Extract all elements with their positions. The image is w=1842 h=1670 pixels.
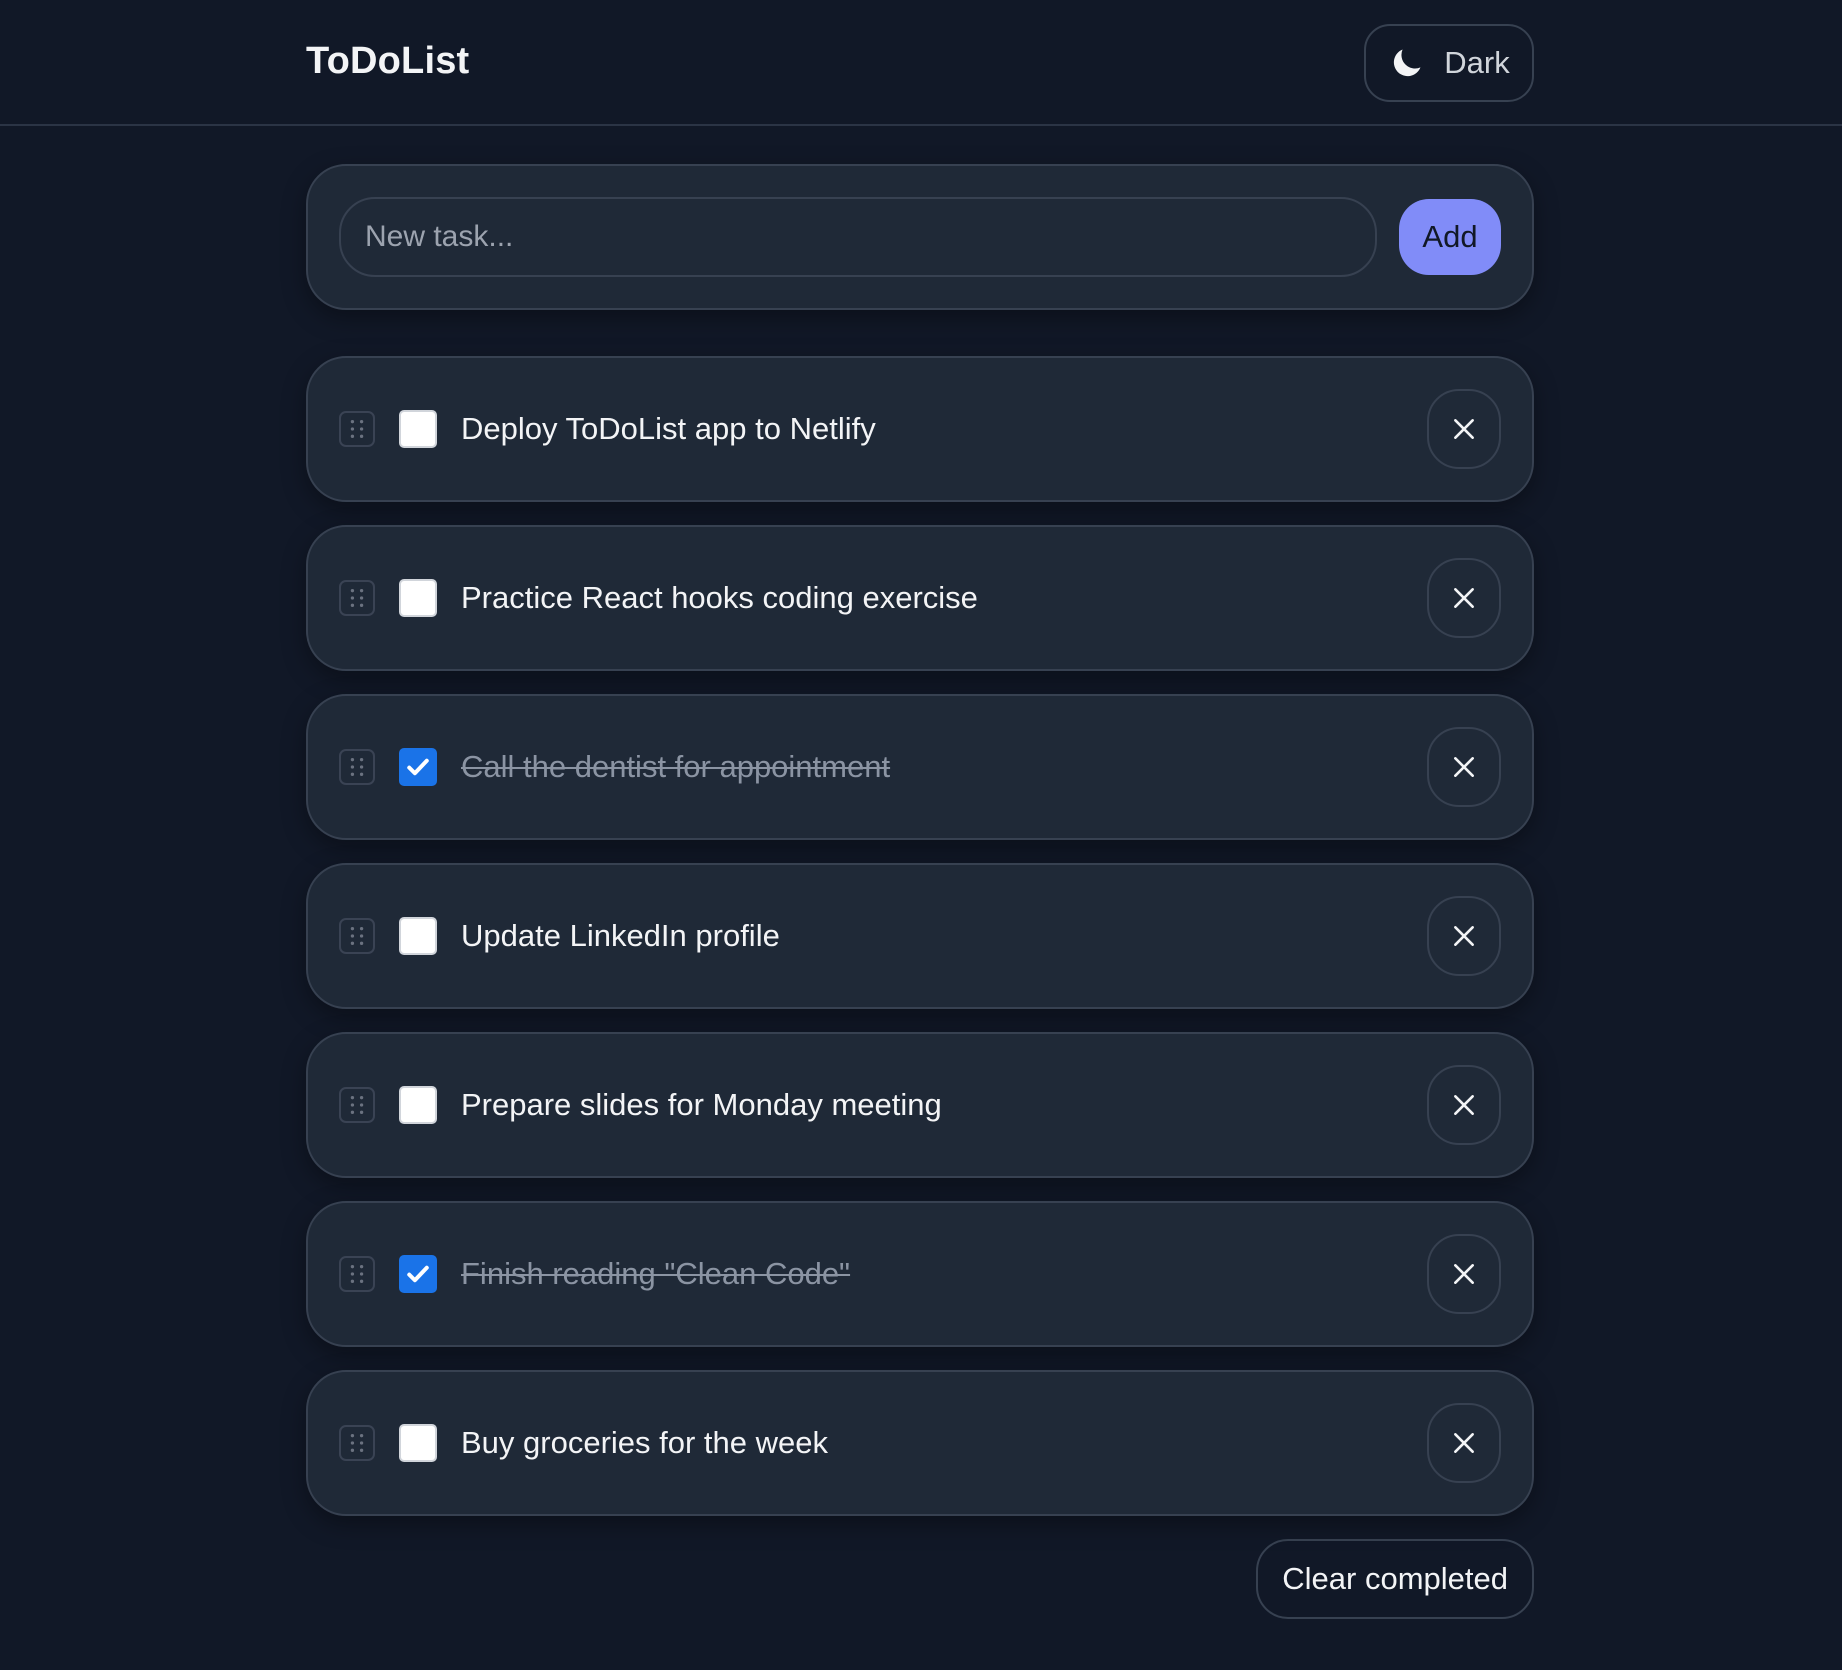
close-icon <box>1454 419 1474 439</box>
task-item: Buy groceries for the week <box>306 1370 1534 1516</box>
task-text: Prepare slides for Monday meeting <box>461 1087 942 1122</box>
close-icon <box>1454 757 1474 777</box>
delete-task-button[interactable] <box>1427 1234 1501 1314</box>
task-text: Deploy ToDoList app to Netlify <box>461 411 876 446</box>
delete-task-button[interactable] <box>1427 727 1501 807</box>
add-task-panel: Add <box>306 164 1534 310</box>
task-item: Prepare slides for Monday meeting <box>306 1032 1534 1178</box>
task-text: Update LinkedIn profile <box>461 918 780 953</box>
delete-task-button[interactable] <box>1427 896 1501 976</box>
task-item: Finish reading "Clean Code" <box>306 1201 1534 1347</box>
drag-handle-icon[interactable] <box>339 1087 375 1123</box>
task-item: Call the dentist for appointment <box>306 694 1534 840</box>
add-task-button[interactable]: Add <box>1399 199 1501 275</box>
task-checkbox[interactable] <box>399 410 437 448</box>
task-list: Deploy ToDoList app to Netlify Practice … <box>306 356 1534 1516</box>
delete-task-button[interactable] <box>1427 389 1501 469</box>
drag-handle-icon[interactable] <box>339 580 375 616</box>
app-title: ToDoList <box>306 40 470 82</box>
theme-toggle-button[interactable]: Dark <box>1364 24 1534 102</box>
drag-handle-icon[interactable] <box>339 1256 375 1292</box>
task-item: Practice React hooks coding exercise <box>306 525 1534 671</box>
task-checkbox-checked[interactable] <box>399 1255 437 1293</box>
task-checkbox[interactable] <box>399 917 437 955</box>
main-content: Add Deploy ToDoList app to Netlify Pract… <box>306 164 1534 1619</box>
list-footer: Clear completed <box>306 1539 1534 1619</box>
delete-task-button[interactable] <box>1427 1403 1501 1483</box>
task-text: Practice React hooks coding exercise <box>461 580 978 615</box>
moon-icon <box>1394 49 1421 77</box>
task-checkbox[interactable] <box>399 579 437 617</box>
delete-task-button[interactable] <box>1427 1065 1501 1145</box>
new-task-input[interactable] <box>339 197 1377 277</box>
drag-handle-icon[interactable] <box>339 918 375 954</box>
delete-task-button[interactable] <box>1427 558 1501 638</box>
drag-handle-icon[interactable] <box>339 1425 375 1461</box>
check-icon <box>407 758 429 776</box>
drag-handle-icon[interactable] <box>339 411 375 447</box>
task-checkbox[interactable] <box>399 1086 437 1124</box>
top-bar: ToDoList Dark <box>0 0 1842 126</box>
task-text: Finish reading "Clean Code" <box>461 1256 851 1291</box>
task-item: Update LinkedIn profile <box>306 863 1534 1009</box>
task-checkbox[interactable] <box>399 1424 437 1462</box>
task-checkbox-checked[interactable] <box>399 748 437 786</box>
task-text: Call the dentist for appointment <box>461 749 891 784</box>
task-item: Deploy ToDoList app to Netlify <box>306 356 1534 502</box>
close-icon <box>1454 926 1474 946</box>
drag-handle-icon[interactable] <box>339 749 375 785</box>
close-icon <box>1454 1433 1474 1453</box>
theme-toggle-label: Dark <box>1444 45 1510 80</box>
close-icon <box>1454 588 1474 608</box>
task-text: Buy groceries for the week <box>461 1425 829 1460</box>
clear-completed-button[interactable]: Clear completed <box>1256 1539 1534 1619</box>
close-icon <box>1454 1264 1474 1284</box>
close-icon <box>1454 1095 1474 1115</box>
check-icon <box>407 1265 429 1283</box>
